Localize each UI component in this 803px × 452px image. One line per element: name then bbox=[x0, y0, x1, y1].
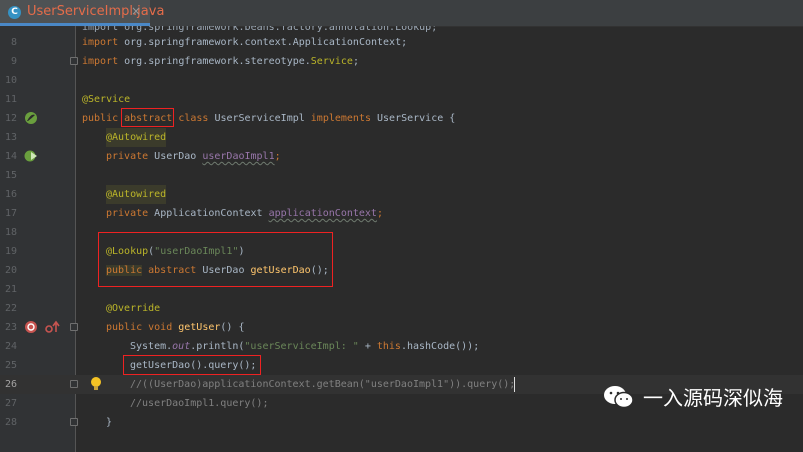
code-line: 13 @Autowired bbox=[0, 128, 803, 147]
line-number: 28 bbox=[4, 417, 17, 428]
highlight-box-abstract bbox=[121, 108, 174, 127]
tab-label: UserServiceImpl.java bbox=[27, 4, 165, 19]
code-line: 22 @Override bbox=[0, 299, 803, 318]
line-number: 23 bbox=[4, 322, 17, 333]
spring-bean-icon[interactable] bbox=[24, 111, 38, 125]
class-name: UserServiceImpl bbox=[208, 113, 311, 124]
keyword: public bbox=[106, 322, 143, 333]
line-number: 25 bbox=[4, 360, 17, 371]
text-caret bbox=[514, 377, 515, 392]
code-line: 10 bbox=[0, 71, 803, 90]
line-number: 8 bbox=[10, 37, 17, 48]
java-class-icon: C bbox=[8, 6, 21, 19]
keyword: this bbox=[376, 341, 401, 352]
line-number: 16 bbox=[4, 189, 17, 200]
code-text: .hashCode()); bbox=[400, 341, 480, 352]
code-text: org.springframework.stereotype. bbox=[118, 56, 311, 67]
code-text: ; bbox=[352, 56, 359, 67]
implements-method-icon[interactable] bbox=[44, 320, 60, 334]
watermark: 一入源码深似海 bbox=[603, 382, 783, 411]
wechat-icon bbox=[604, 385, 634, 408]
code-text: UserDao bbox=[148, 151, 203, 162]
code-text: + bbox=[358, 341, 377, 352]
code-text: () { bbox=[220, 322, 245, 333]
code-line: 25 getUserDao().query(); bbox=[0, 356, 803, 375]
line-number: 9 bbox=[10, 56, 17, 67]
lightbulb-icon[interactable] bbox=[89, 376, 103, 392]
line-number: 19 bbox=[4, 246, 17, 257]
line-number: 26 bbox=[4, 379, 17, 390]
keyword: void bbox=[142, 322, 179, 333]
code-line: 9 import org.springframework.stereotype.… bbox=[0, 52, 803, 71]
request-mapping-icon[interactable] bbox=[24, 320, 38, 334]
close-icon[interactable]: × bbox=[131, 4, 141, 18]
line-number: 21 bbox=[4, 284, 17, 295]
code-text: Service bbox=[310, 56, 353, 67]
code-line: 16 @Autowired bbox=[0, 185, 803, 204]
line-number: 10 bbox=[4, 75, 17, 86]
keyword: import bbox=[82, 56, 119, 67]
code-line: 11 @Service bbox=[0, 90, 803, 109]
fold-marker-icon[interactable] bbox=[70, 380, 78, 388]
code-line: 8 import org.springframework.context.App… bbox=[0, 33, 803, 52]
code-text: ; bbox=[376, 208, 383, 219]
keyword: private bbox=[106, 208, 149, 219]
line-number: 11 bbox=[4, 94, 17, 105]
annotation: @Autowired bbox=[106, 185, 167, 204]
annotation: @Override bbox=[106, 303, 161, 314]
code-comment: //((UserDao)applicationContext.getBean("… bbox=[130, 379, 516, 390]
method-name: getUser bbox=[178, 322, 221, 333]
code-line: 24 System.out.println("userServiceImpl: … bbox=[0, 337, 803, 356]
code-line: 17 private ApplicationContext applicatio… bbox=[0, 204, 803, 223]
field-name: out bbox=[172, 341, 191, 352]
code-line: 23 public void getUser() { bbox=[0, 318, 803, 337]
field-name: applicationContext bbox=[268, 208, 377, 219]
code-line: 15 bbox=[0, 166, 803, 185]
line-number: 22 bbox=[4, 303, 17, 314]
line-number: 20 bbox=[4, 265, 17, 276]
keyword: public bbox=[82, 113, 119, 124]
watermark-text: 一入源码深似海 bbox=[643, 386, 783, 410]
line-number: 12 bbox=[4, 113, 17, 124]
code-text: .println( bbox=[190, 341, 245, 352]
string-literal: "userServiceImpl: " bbox=[244, 341, 359, 352]
line-number: 14 bbox=[4, 151, 17, 162]
code-text: ApplicationContext bbox=[148, 208, 269, 219]
autowire-bean-icon[interactable] bbox=[24, 149, 38, 163]
code-text: ; bbox=[274, 151, 281, 162]
fold-marker-icon[interactable] bbox=[70, 57, 78, 65]
fold-marker-icon[interactable] bbox=[70, 323, 78, 331]
highlight-box-lookup bbox=[98, 232, 333, 287]
code-line: 28 } bbox=[0, 413, 803, 432]
editor-tab-bar: C UserServiceImpl.java × bbox=[0, 0, 803, 27]
code-comment: //userDaoImpl1.query(); bbox=[130, 398, 269, 409]
tab-userserviceimpl[interactable]: C UserServiceImpl.java × bbox=[0, 0, 164, 26]
line-number: 27 bbox=[4, 398, 17, 409]
code-text: } bbox=[106, 417, 113, 428]
code-text: System. bbox=[130, 341, 173, 352]
keyword: class bbox=[172, 113, 209, 124]
annotation: @Autowired bbox=[106, 128, 167, 147]
code-text: org.springframework.context.ApplicationC… bbox=[118, 37, 408, 48]
line-number: 13 bbox=[4, 132, 17, 143]
keyword: import bbox=[82, 37, 119, 48]
keyword: implements bbox=[310, 113, 371, 124]
fold-marker-icon[interactable] bbox=[70, 418, 78, 426]
line-number: 18 bbox=[4, 227, 17, 238]
highlight-box-getuserdao bbox=[123, 355, 261, 375]
field-name: userDaoImpl1 bbox=[202, 151, 275, 162]
keyword: private bbox=[106, 151, 149, 162]
line-number: 17 bbox=[4, 208, 17, 219]
line-number: 24 bbox=[4, 341, 17, 352]
annotation: @Service bbox=[82, 94, 131, 105]
line-number: 15 bbox=[4, 170, 17, 181]
code-text: UserService { bbox=[371, 113, 456, 124]
code-line: 14 private UserDao userDaoImpl1; bbox=[0, 147, 803, 166]
